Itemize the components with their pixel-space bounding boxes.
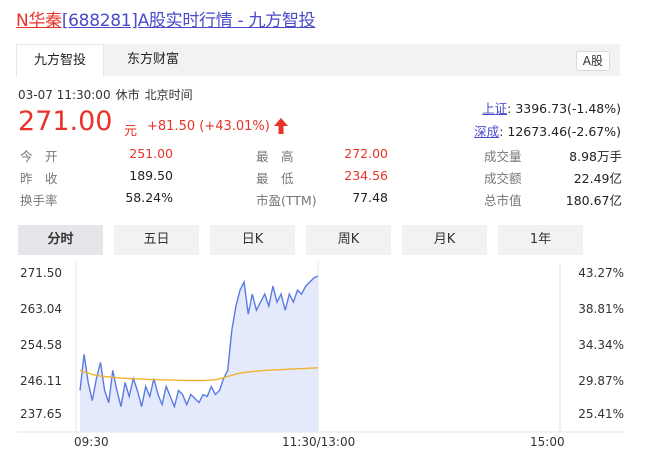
index-shenzhen[interactable]: 深成: 12673.46(-2.67%) bbox=[474, 121, 621, 140]
stat-label: 成交量 bbox=[484, 149, 522, 164]
y-pct-tick-label: 43.27% bbox=[578, 266, 624, 280]
stat-label: 总市值 bbox=[484, 193, 522, 208]
stat-label: 成交额 bbox=[484, 171, 522, 186]
source-tab-bar: 九方智投 东方财富 A股 bbox=[16, 44, 620, 77]
stat-label: 市盈(TTM) bbox=[256, 193, 317, 208]
quote-datetime: 03-07 11:30:00 bbox=[18, 88, 111, 102]
y-pct-tick-label: 29.87% bbox=[578, 374, 624, 388]
stat-open: 251.00 bbox=[129, 146, 173, 161]
stat-label: 今 开 bbox=[20, 149, 58, 164]
stock-name-link[interactable]: N华秦 bbox=[16, 11, 62, 31]
tab-one-year[interactable]: 1年 bbox=[498, 225, 583, 255]
up-arrow-icon bbox=[274, 118, 288, 134]
timezone-label: 北京时间 bbox=[144, 88, 193, 102]
y-tick-label: 237.65 bbox=[20, 407, 62, 421]
stat-label: 昨 收 bbox=[20, 171, 58, 186]
tab-label: 九方智投 bbox=[33, 53, 86, 68]
y-tick-label: 271.50 bbox=[20, 266, 62, 280]
y-pct-tick-label: 38.81% bbox=[578, 302, 624, 316]
y-pct-tick-label: 25.41% bbox=[578, 407, 624, 421]
change-value: +81.50 bbox=[147, 119, 196, 134]
intraday-chart[interactable]: 271.50 263.04 254.58 246.11 237.65 43.27… bbox=[0, 258, 645, 462]
x-tick-label: 15:00 bbox=[530, 435, 565, 449]
title-link[interactable]: [688281]A股实时行情 - 九方智投 bbox=[62, 11, 316, 31]
y-tick-label: 246.11 bbox=[20, 374, 62, 388]
stat-turnover-rate: 58.24% bbox=[125, 190, 173, 205]
current-price: 271.00 bbox=[18, 106, 113, 137]
tab-five-day[interactable]: 五日 bbox=[114, 225, 199, 255]
stat-market-cap: 180.67亿 bbox=[565, 193, 622, 208]
stat-high: 272.00 bbox=[344, 146, 388, 161]
y-tick-label: 254.58 bbox=[20, 338, 62, 352]
tab-eastmoney[interactable]: 东方财富 bbox=[108, 44, 198, 76]
index-value: 12673.46(-2.67%) bbox=[507, 124, 621, 139]
tab-monthly-k[interactable]: 月K bbox=[402, 225, 487, 255]
tab-label: 东方财富 bbox=[126, 52, 179, 67]
change-percent: (+43.01%) bbox=[199, 119, 270, 134]
stat-volume: 8.98万手 bbox=[569, 149, 622, 164]
y-tick-label: 263.04 bbox=[20, 302, 62, 316]
stat-pe-ttm: 77.48 bbox=[352, 190, 388, 205]
price-change: +81.50 (+43.01%) bbox=[147, 119, 270, 134]
page-title[interactable]: N华秦[688281]A股实时行情 - 九方智投 bbox=[16, 6, 316, 31]
tab-weekly-k[interactable]: 周K bbox=[306, 225, 391, 255]
index-shanghai[interactable]: 上证: 3396.73(-1.48%) bbox=[482, 98, 621, 117]
index-value: 3396.73(-1.48%) bbox=[515, 101, 621, 116]
x-tick-label: 11:30/13:00 bbox=[282, 435, 355, 449]
market-badge[interactable]: A股 bbox=[575, 51, 610, 71]
tab-daily-k[interactable]: 日K bbox=[210, 225, 295, 255]
stat-low: 234.56 bbox=[344, 168, 388, 183]
index-name[interactable]: 深成 bbox=[474, 124, 499, 139]
stat-prev-close: 189.50 bbox=[129, 168, 173, 183]
quote-meta: 03-07 11:30:00 休市 北京时间 bbox=[18, 86, 198, 103]
x-tick-label: 09:30 bbox=[74, 435, 109, 449]
stat-label: 最 低 bbox=[256, 171, 294, 186]
tab-jiufang[interactable]: 九方智投 bbox=[16, 44, 104, 77]
index-name[interactable]: 上证 bbox=[482, 101, 507, 116]
price-unit: 元 bbox=[124, 124, 138, 139]
stat-turnover-amount: 22.49亿 bbox=[573, 171, 622, 186]
stat-label: 换手率 bbox=[20, 193, 58, 208]
y-pct-tick-label: 34.34% bbox=[578, 338, 624, 352]
stat-label: 最 高 bbox=[256, 149, 294, 164]
market-status: 休市 bbox=[115, 88, 140, 102]
tab-intraday[interactable]: 分时 bbox=[18, 225, 103, 255]
